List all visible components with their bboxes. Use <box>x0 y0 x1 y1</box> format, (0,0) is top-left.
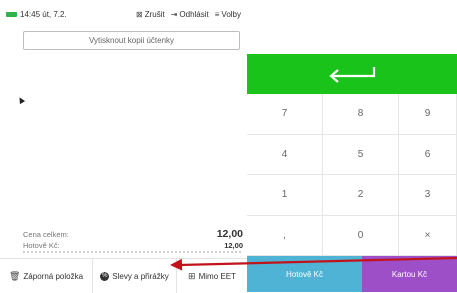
pay-cash-button[interactable]: Hotově Kč <box>247 256 362 292</box>
key-8[interactable]: 8 <box>323 94 399 135</box>
bottom-action-bar: 🗑 Záporná položka % Slevy a přirážky ⊞ M… <box>0 258 247 293</box>
discounts-label: Slevy a přirážky <box>112 271 169 281</box>
negative-item-label: Záporná položka <box>23 271 84 281</box>
outside-eet-label: Mimo EET <box>198 271 236 281</box>
key-1[interactable]: 1 <box>247 175 323 216</box>
cash-total-label: Hotově Kč: <box>23 241 60 250</box>
divider <box>23 251 243 253</box>
negative-item-button[interactable]: 🗑 Záporná položka <box>0 259 93 293</box>
total-label: Cena celkem: <box>23 230 69 239</box>
numeric-keypad: 7 8 9 4 5 6 1 2 3, 0 × <box>247 94 457 256</box>
key-4[interactable]: 4 <box>247 134 323 175</box>
status-time: 14:45 út, 7.2. <box>20 9 67 19</box>
cash-row: Hotově Kč: 12,00 <box>23 241 243 250</box>
total-row: Cena celkem: 12,00 <box>23 228 243 240</box>
no-eet-icon: ⊞ <box>188 270 196 281</box>
key-9[interactable]: 9 <box>399 94 457 135</box>
pay-cash-label: Hotově Kč <box>286 269 323 279</box>
logout-button[interactable]: ⇥ Odhlásit <box>171 10 209 19</box>
key-3[interactable]: 3 <box>399 175 457 216</box>
print-receipt-copy-button[interactable]: Vytisknout kopii účtenky <box>23 31 240 50</box>
enter-button[interactable] <box>247 54 457 94</box>
mouse-cursor <box>16 95 26 105</box>
outside-eet-button[interactable]: ⊞ Mimo EET <box>177 259 247 293</box>
receipt-panel: 14:45 út, 7.2. ⊠ Zrušit ⇥ Odhlásit ≡ Vol… <box>0 0 247 293</box>
pay-card-label: Kartou Kč <box>391 269 428 279</box>
pay-card-button[interactable]: Kartou Kč <box>362 256 457 292</box>
options-button[interactable]: ≡ Volby <box>215 10 241 19</box>
key-comma[interactable]: , <box>247 215 323 256</box>
key-0[interactable]: 0 <box>323 215 399 256</box>
discount-icon: % <box>100 271 110 281</box>
discounts-button[interactable]: % Slevy a přirážky <box>93 259 177 293</box>
battery-icon <box>6 11 17 17</box>
key-6[interactable]: 6 <box>399 134 457 175</box>
total-value: 12,00 <box>216 228 243 240</box>
cash-total-value: 12,00 <box>224 241 243 250</box>
key-2[interactable]: 2 <box>323 175 399 216</box>
key-clear[interactable]: × <box>399 215 457 256</box>
cancel-button[interactable]: ⊠ Zrušit <box>136 10 165 19</box>
options-label: Volby <box>221 9 241 19</box>
enter-arrow-icon <box>329 67 376 83</box>
key-5[interactable]: 5 <box>323 134 399 175</box>
key-7[interactable]: 7 <box>247 94 323 135</box>
logout-label: Odhlásit <box>179 9 209 19</box>
logout-icon: ⇥ <box>170 9 178 19</box>
print-receipt-copy-label: Vytisknout kopii účtenky <box>88 36 175 45</box>
top-bar: 14:45 út, 7.2. ⊠ Zrušit ⇥ Odhlásit ≡ Vol… <box>0 0 247 28</box>
menu-icon: ≡ <box>214 9 220 19</box>
keypad-panel: 7 8 9 4 5 6 1 2 3, 0 × Hotově Kč Kartou Kč <box>247 0 457 292</box>
cancel-icon: ⊠ <box>135 9 143 19</box>
cancel-label: Zrušit <box>144 9 165 19</box>
trash-icon: 🗑 <box>8 270 21 281</box>
